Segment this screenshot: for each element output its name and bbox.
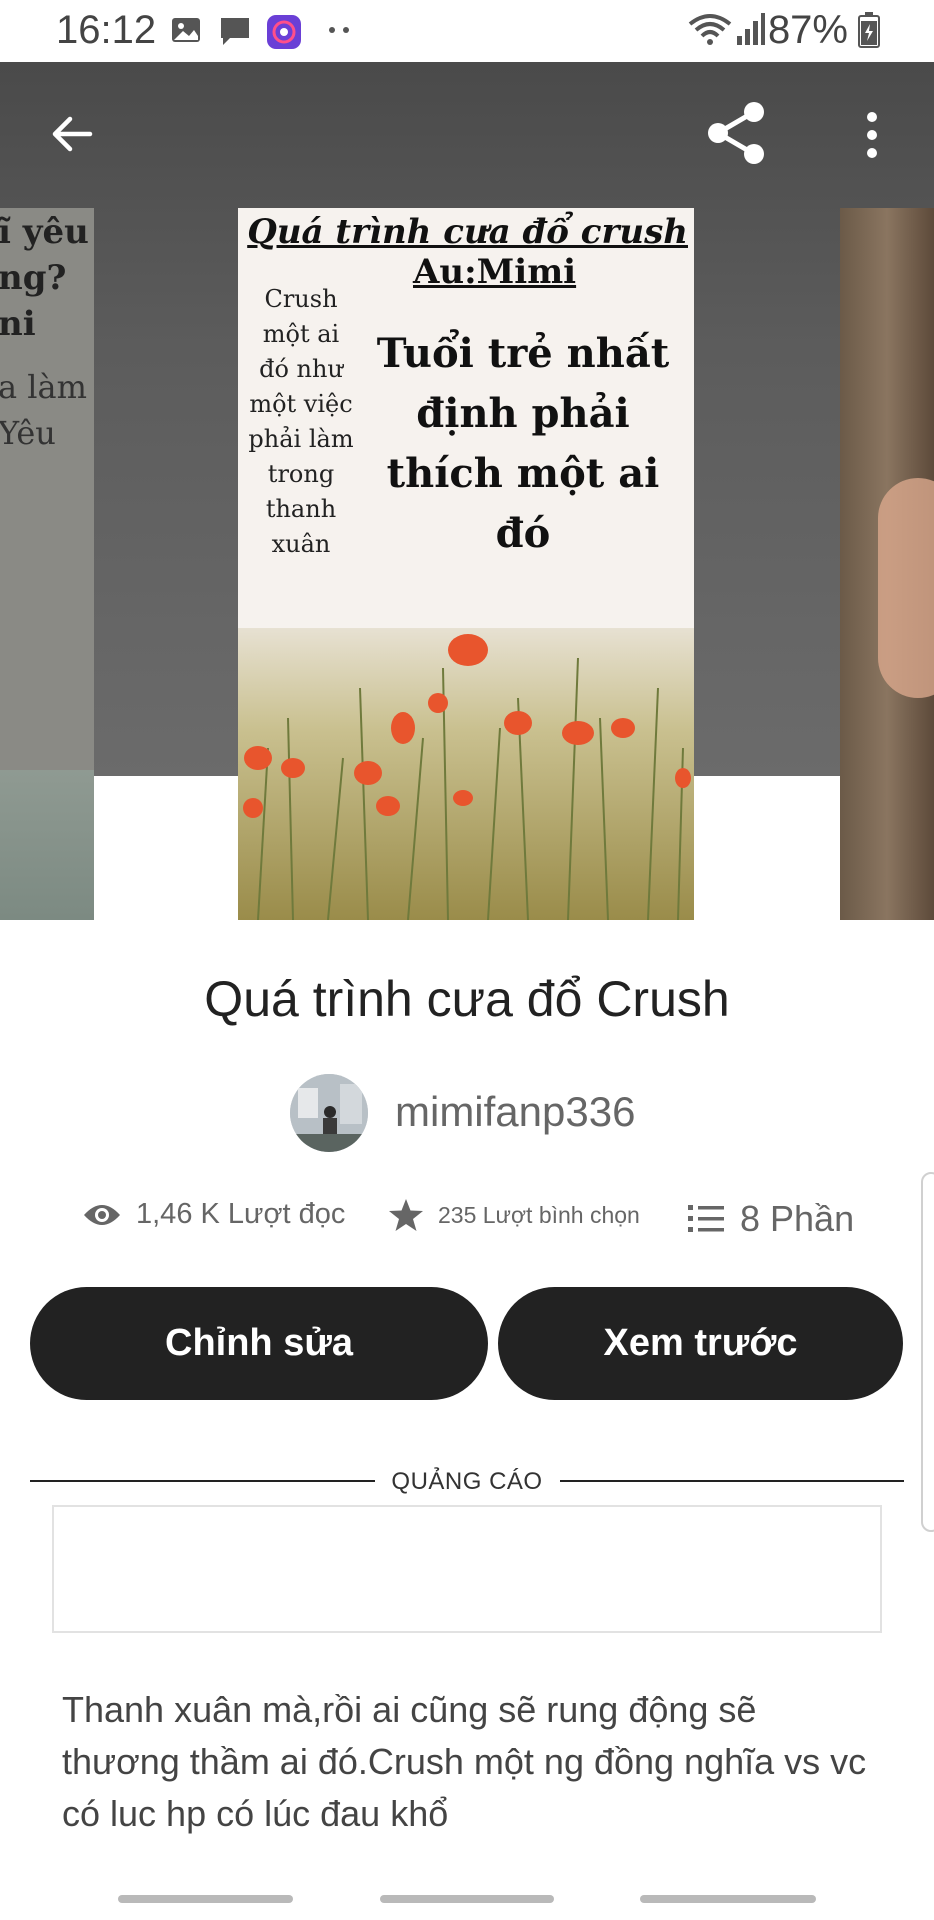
wifi-icon bbox=[688, 14, 732, 45]
cover-main-text: Tuổi trẻ nhất định phải thích một ai đó bbox=[376, 330, 670, 557]
message-icon bbox=[221, 18, 249, 45]
edit-button[interactable]: Chỉnh sửa bbox=[30, 1287, 488, 1400]
app-notification-icon bbox=[267, 15, 301, 49]
left-cover-line: ng? bbox=[0, 258, 67, 298]
edge-panel-handle[interactable] bbox=[921, 1172, 934, 1532]
votes-count: 235 Lượt bình chọn bbox=[438, 1201, 640, 1228]
left-cover-line: Yêu bbox=[0, 414, 56, 452]
story-details-screen: 16:12 87% ĩ yêu ng? ni a làm Yêu Quá trì… bbox=[0, 0, 934, 1920]
right-cover-image bbox=[878, 478, 934, 698]
list-icon bbox=[688, 1205, 724, 1232]
story-title: Quá trình cưa đổ Crush bbox=[204, 971, 730, 1027]
avatar-image bbox=[290, 1074, 368, 1152]
parts-stat[interactable]: 8 Phần bbox=[688, 1198, 854, 1240]
preview-button[interactable]: Xem trước bbox=[498, 1287, 903, 1400]
more-dots-icon bbox=[329, 27, 349, 33]
cover-side-text: Crush một ai đó như một việc phải làm tr… bbox=[248, 285, 354, 558]
next-story-cover[interactable] bbox=[840, 208, 934, 920]
story-cover[interactable]: Quá trình cưa đổ crush Au:Mimi Crush một… bbox=[238, 208, 694, 920]
ad-slot[interactable] bbox=[52, 1505, 882, 1633]
left-cover-line: ni bbox=[0, 304, 36, 344]
story-description: Thanh xuân mà,rồi ai cũng sẽ rung động s… bbox=[62, 1689, 867, 1834]
previous-story-cover[interactable]: ĩ yêu ng? ni a làm Yêu bbox=[0, 208, 94, 920]
left-cover-line: a làm bbox=[0, 368, 87, 406]
star-icon bbox=[389, 1199, 423, 1231]
gallery-icon bbox=[172, 18, 200, 42]
more-vertical-icon[interactable] bbox=[862, 110, 882, 160]
left-cover-image bbox=[0, 770, 94, 920]
cover-title-text: Quá trình cưa đổ crush bbox=[247, 212, 688, 252]
left-cover-line: ĩ yêu bbox=[0, 212, 89, 252]
ad-divider-left bbox=[30, 1480, 375, 1482]
eye-icon bbox=[84, 1204, 120, 1225]
cover-author-text: Au:Mimi bbox=[413, 252, 577, 292]
battery-percent: 87% bbox=[767, 8, 848, 52]
votes-stat: 235 Lượt bình chọn bbox=[388, 1198, 640, 1232]
reads-count: 1,46 K Lượt đọc bbox=[136, 1198, 346, 1230]
signal-icon bbox=[737, 13, 765, 45]
poppy-field-image bbox=[238, 628, 694, 920]
parts-count: 8 Phần bbox=[740, 1198, 855, 1239]
back-arrow-icon[interactable] bbox=[48, 110, 96, 158]
reads-stat: 1,46 K Lượt đọc bbox=[82, 1198, 345, 1231]
battery-icon bbox=[858, 12, 880, 48]
ad-label: QUẢNG CÁO bbox=[391, 1468, 543, 1495]
author-avatar[interactable] bbox=[290, 1074, 368, 1152]
author-username[interactable]: mimifanp336 bbox=[395, 1088, 635, 1136]
nav-indicator bbox=[118, 1895, 293, 1903]
ad-divider-right bbox=[560, 1480, 904, 1482]
status-time: 16:12 bbox=[56, 8, 157, 52]
status-bar: 16:12 87% bbox=[0, 0, 934, 62]
share-icon[interactable] bbox=[704, 100, 770, 166]
nav-indicator bbox=[640, 1895, 816, 1903]
nav-indicator bbox=[380, 1895, 554, 1903]
